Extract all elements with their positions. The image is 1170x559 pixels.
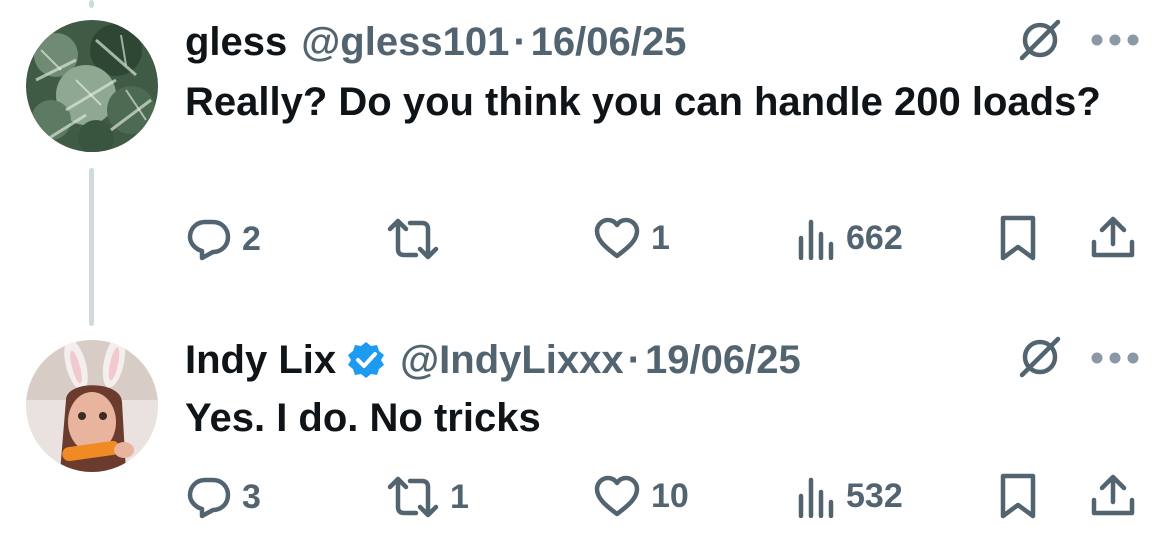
- tweet-date[interactable]: 16/06/25: [531, 18, 687, 66]
- bookmark-icon: [1000, 473, 1036, 519]
- display-name[interactable]: gless: [185, 18, 287, 66]
- share-icon: [1091, 474, 1135, 516]
- user-handle[interactable]: @IndyLixxx: [400, 336, 624, 384]
- bookmark-icon: [1000, 215, 1036, 261]
- like-icon: [594, 217, 640, 259]
- like-button[interactable]: 10: [593, 474, 689, 518]
- avatar[interactable]: [26, 20, 158, 152]
- bookmark-button[interactable]: [998, 214, 1038, 262]
- avatar-person-bunny-ears-image: [26, 340, 158, 472]
- like-icon: [594, 475, 640, 517]
- views-button[interactable]: 532: [796, 474, 903, 518]
- reply-count: 3: [242, 477, 261, 516]
- share-button[interactable]: [1090, 472, 1136, 518]
- views-count: 662: [846, 218, 903, 257]
- repost-button[interactable]: [386, 216, 450, 262]
- grok-icon[interactable]: [1016, 333, 1064, 381]
- tweet-date[interactable]: 19/06/25: [645, 336, 801, 384]
- separator-dot: ·: [627, 338, 641, 382]
- thread-line-connector: [89, 168, 94, 326]
- tweet-text: Really? Do you think you can handle 200 …: [185, 80, 1101, 124]
- verified-badge-icon: [346, 340, 386, 380]
- grok-icon[interactable]: [1016, 16, 1064, 64]
- repost-icon: [387, 476, 439, 518]
- repost-button[interactable]: 1: [386, 474, 469, 520]
- more-icon[interactable]: [1090, 351, 1140, 365]
- repost-count: 1: [450, 477, 469, 516]
- reply-count: 2: [242, 219, 261, 258]
- thread-line-top: [89, 0, 94, 8]
- views-button[interactable]: 662: [796, 216, 903, 260]
- views-count: 532: [846, 476, 903, 515]
- views-icon: [798, 477, 834, 518]
- tweet-header: gless @gless101 · 16/06/25: [185, 18, 686, 66]
- like-button[interactable]: 1: [593, 216, 670, 260]
- avatar[interactable]: [26, 340, 158, 472]
- tweet-text: Yes. I do. No tricks: [185, 396, 541, 440]
- reply-icon: [187, 219, 231, 261]
- tweet-header: Indy Lix @IndyLixxx · 19/06/25: [185, 336, 801, 384]
- separator-dot: ·: [513, 20, 527, 64]
- display-name[interactable]: Indy Lix: [185, 336, 336, 384]
- user-handle[interactable]: @gless101: [301, 18, 509, 66]
- like-count: 10: [651, 476, 689, 515]
- reply-icon: [187, 477, 231, 519]
- reply-button[interactable]: 2: [186, 216, 261, 262]
- reply-button[interactable]: 3: [186, 474, 261, 520]
- bookmark-button[interactable]: [998, 472, 1038, 520]
- share-button[interactable]: [1090, 214, 1136, 260]
- more-icon[interactable]: [1090, 33, 1140, 47]
- like-count: 1: [651, 218, 670, 257]
- views-icon: [798, 219, 834, 260]
- share-icon: [1091, 216, 1135, 258]
- avatar-plant-image: [26, 20, 158, 152]
- repost-icon: [387, 218, 439, 260]
